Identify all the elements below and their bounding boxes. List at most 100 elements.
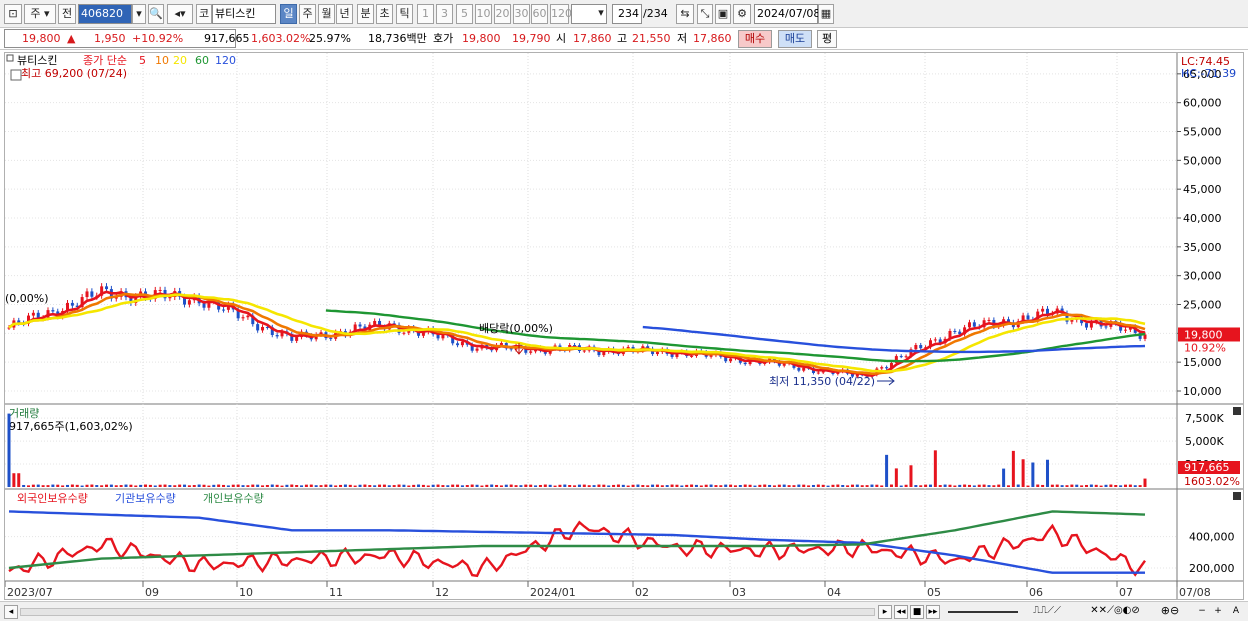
price-tick-label: 40,000 <box>1183 212 1222 225</box>
avg-button[interactable]: 평 <box>817 30 837 48</box>
volume-bar <box>451 484 455 487</box>
volume-bar <box>831 484 835 487</box>
scroll-right-icon[interactable]: ▸ <box>878 605 892 619</box>
forward-icon[interactable]: ▸▸ <box>926 605 940 619</box>
volume-bar <box>597 484 601 487</box>
volume-bar <box>251 484 255 487</box>
volume-bar <box>222 484 226 487</box>
volume-bar <box>690 484 694 487</box>
volume-bar <box>80 485 84 487</box>
volume-bar <box>261 485 265 487</box>
interval-button-30[interactable]: 30 <box>513 4 530 24</box>
volume-bar <box>972 485 976 487</box>
scroll-left-icon[interactable]: ◂ <box>4 605 18 619</box>
calendar-icon[interactable]: ▦ <box>818 4 834 24</box>
settings-icon[interactable]: ⚙ <box>733 4 751 24</box>
date-input[interactable]: 2024/07/08 <box>754 4 820 24</box>
volume-bar <box>153 485 157 487</box>
zoom-icon[interactable]: ⤡ <box>697 4 713 24</box>
volume-bar <box>646 485 650 487</box>
window-icon[interactable]: ⊡ <box>4 4 22 24</box>
volume-bar <box>1119 485 1123 487</box>
speaker-icon[interactable]: ◂▾ <box>167 4 193 24</box>
hc-label: HC:-71.39 <box>1181 67 1236 80</box>
interval-button-120[interactable]: 120 <box>550 4 572 24</box>
stock-chart[interactable]: 65,00060,00055,00050,00045,00040,00035,0… <box>4 53 1243 599</box>
high-price: 21,550 <box>632 32 671 45</box>
volume-tick-label: 5,000K <box>1185 435 1224 448</box>
calculator-icon <box>10 69 22 81</box>
zoom-slider[interactable] <box>948 611 1018 613</box>
chart-area[interactable]: 65,000 60,000 55,000 50,000 45,000 40,000 35,0… <box>4 52 1244 600</box>
minus-icon[interactable]: − <box>1196 605 1208 619</box>
volume-bar <box>402 484 406 487</box>
interval-button-60[interactable]: 60 <box>531 4 548 24</box>
candle-body <box>690 355 694 357</box>
buy-button[interactable]: 매수 <box>738 30 772 48</box>
volume-bar <box>75 484 79 487</box>
volume-bar <box>626 485 630 487</box>
volume-bar <box>753 485 757 487</box>
volume-bar <box>1075 484 1079 487</box>
interval-dropdown-icon[interactable]: ▾ <box>595 4 607 24</box>
scroll-track[interactable] <box>20 608 875 616</box>
interval-button-5[interactable]: 5 <box>456 4 473 24</box>
price-tick-label: 50,000 <box>1183 154 1222 167</box>
tab-3[interactable]: 월 <box>318 4 335 24</box>
volume-pane-title: 거래량 <box>9 407 39 420</box>
volume-bar <box>290 484 294 487</box>
sell-button[interactable]: 매도 <box>778 30 812 48</box>
candle-body <box>967 322 971 328</box>
volume-bar <box>1114 485 1118 487</box>
period-select[interactable]: 주 ▾ <box>24 4 56 24</box>
volume-bar <box>768 484 772 487</box>
prev-button[interactable]: 전 <box>58 4 76 24</box>
tab-1[interactable]: 일 <box>280 4 297 24</box>
code-dropdown-icon[interactable]: ▾ <box>132 4 146 24</box>
count-input[interactable]: 234 <box>612 4 642 24</box>
prev-label: 전 <box>61 7 73 20</box>
tab-4[interactable]: 년 <box>336 4 353 24</box>
volume-bar <box>655 484 659 487</box>
holdings-pane-close-icon <box>1233 492 1241 500</box>
code-tag-label: 코 <box>198 7 210 20</box>
compare-icon[interactable]: ⇆ <box>676 4 694 24</box>
volume-bar <box>894 468 898 487</box>
candle-body <box>885 367 889 369</box>
candle-body <box>816 372 820 374</box>
volume-bar <box>1133 485 1137 487</box>
stock-code-input[interactable]: 406820 <box>78 4 132 24</box>
tab-5[interactable]: 분 <box>357 4 374 24</box>
volume-bar <box>758 484 762 487</box>
candle-body <box>880 367 884 369</box>
tab-2[interactable]: 주 <box>299 4 316 24</box>
save-icon[interactable]: ▣ <box>715 4 731 24</box>
auto-scale-icon[interactable]: A <box>1230 605 1242 619</box>
volume-bar <box>202 484 206 487</box>
rewind-icon[interactable]: ◂◂ <box>894 605 908 619</box>
interval-button-1[interactable]: 1 <box>417 4 434 24</box>
tab-6[interactable]: 초 <box>376 4 393 24</box>
candle-body <box>295 337 299 341</box>
volume-bar <box>280 485 284 487</box>
interval-button-20[interactable]: 20 <box>494 4 511 24</box>
volume-bar <box>889 484 893 487</box>
x-axis-label: 2023/07 <box>7 586 53 599</box>
interval-button-3[interactable]: 3 <box>436 4 453 24</box>
search-icon[interactable]: 🔍 <box>148 4 164 24</box>
code-tag: 코 <box>196 4 212 24</box>
interval-button-10[interactable]: 10 <box>475 4 492 24</box>
volume-bar <box>694 484 698 487</box>
stop-icon[interactable]: ■ <box>910 605 924 619</box>
volume-bar <box>1128 484 1132 487</box>
zoom-in-out-icon[interactable]: ⊕⊖ <box>1160 605 1180 619</box>
volume-bar <box>475 484 479 487</box>
volume-bar <box>865 485 869 487</box>
chart-tools-icon[interactable]: ✕✕⟋◎◐⊘ <box>1080 605 1150 619</box>
x-axis-label: 04 <box>827 586 841 599</box>
tab-7[interactable]: 틱 <box>396 4 413 24</box>
volume-bar <box>1041 484 1045 487</box>
drawing-tools-icon[interactable]: ⎍⎍⟋⟋ <box>1022 605 1072 619</box>
volume-bar <box>592 485 596 487</box>
plus-icon[interactable]: + <box>1212 605 1224 619</box>
